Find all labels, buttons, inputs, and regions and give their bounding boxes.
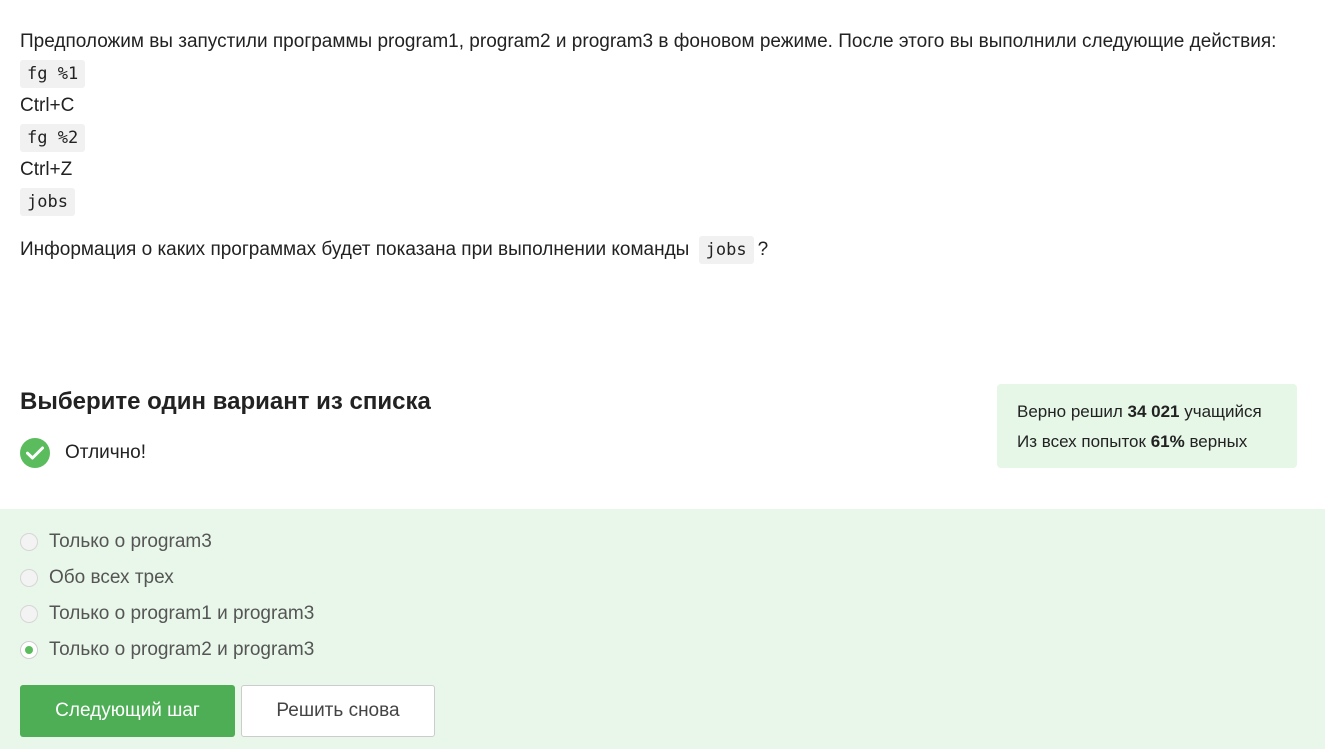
option-label[interactable]: Обо всех трех [49, 567, 174, 589]
stats-solved-suffix: учащийся [1184, 402, 1262, 421]
code-snippet: fg %1 [20, 60, 86, 88]
choose-title: Выберите один вариант из списка [20, 388, 431, 415]
option-label[interactable]: Только о program3 [49, 531, 212, 553]
step-line: fg %1 [20, 58, 1305, 90]
radio-button[interactable] [20, 605, 38, 623]
step-line: jobs [20, 186, 1305, 218]
checkmark-circle-icon [20, 438, 50, 468]
stats-solved-label: Верно решил [1017, 402, 1123, 421]
option-label[interactable]: Только о program1 и program3 [49, 603, 314, 625]
result-status: Отлично! [20, 438, 146, 468]
stats-rate-value: 61% [1150, 432, 1185, 451]
radio-button[interactable] [20, 533, 38, 551]
prompt-end: ? [757, 239, 769, 260]
option-item[interactable]: Обо всех трех [20, 563, 174, 593]
code-snippet: jobs [20, 188, 75, 216]
question-text: Предположим вы запустили программы progr… [20, 26, 1305, 266]
step-line: fg %2 [20, 122, 1305, 154]
stats-rate: Из всех попыток 61% верных [1017, 427, 1277, 457]
next-step-button[interactable]: Следующий шаг [20, 685, 235, 737]
retry-button[interactable]: Решить снова [241, 685, 435, 737]
radio-button-selected[interactable] [20, 641, 38, 659]
stats-rate-suffix: верных [1189, 432, 1248, 451]
question-intro: Предположим вы запустили программы progr… [20, 31, 1277, 52]
option-label[interactable]: Только о program2 и program3 [49, 639, 314, 661]
options-area: Только о program3 Обо всех трех Только о… [0, 509, 1325, 749]
code-snippet: jobs [698, 236, 754, 264]
stats-panel: Верно решил 34 021 учащийся Из всех попы… [997, 384, 1297, 468]
option-item-selected[interactable]: Только о program2 и program3 [20, 635, 314, 665]
step-line: Ctrl+C [20, 95, 75, 116]
question-prompt: Информация о каких программах будет пока… [20, 234, 1305, 266]
stats-solved: Верно решил 34 021 учащийся [1017, 397, 1277, 427]
stats-solved-count: 34 021 [1127, 402, 1180, 421]
option-item[interactable]: Только о program3 [20, 527, 212, 557]
step-page: Предположим вы запустили программы progr… [0, 0, 1325, 749]
step-line: Ctrl+Z [20, 159, 73, 180]
radio-button[interactable] [20, 569, 38, 587]
option-item[interactable]: Только о program1 и program3 [20, 599, 314, 629]
code-snippet: fg %2 [20, 124, 86, 152]
prompt-text: Информация о каких программах будет пока… [20, 239, 690, 260]
result-text: Отлично! [65, 442, 147, 463]
stats-rate-label: Из всех попыток [1017, 432, 1146, 451]
